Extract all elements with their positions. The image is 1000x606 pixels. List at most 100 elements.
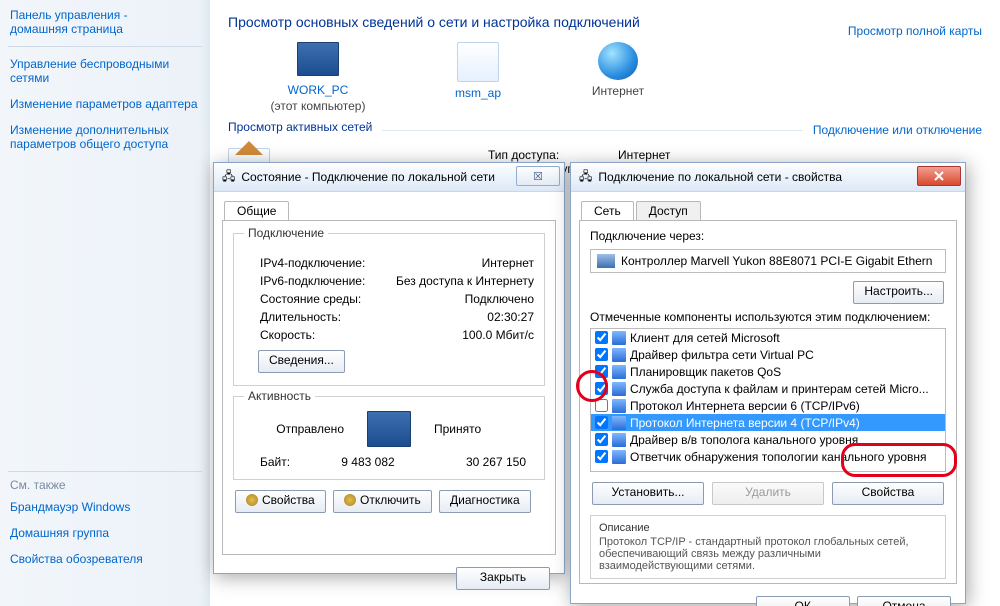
component-item[interactable]: Служба доступа к файлам и принтерам сете… — [591, 380, 945, 397]
desc-body: Протокол TCP/IP - стандартный протокол г… — [599, 536, 909, 572]
component-item[interactable]: Планировщик пакетов QoS — [591, 363, 945, 380]
lbl-bytes: Байт: — [260, 455, 320, 469]
component-checkbox[interactable] — [595, 416, 608, 429]
legend-activity: Активность — [244, 389, 315, 403]
component-item[interactable]: Протокол Интернета версии 6 (TCP/IPv6) — [591, 397, 945, 414]
component-icon — [612, 433, 626, 447]
properties-button[interactable]: Свойства — [235, 490, 326, 513]
component-checkbox[interactable] — [595, 382, 608, 395]
lbl-state: Состояние среды: — [260, 292, 395, 306]
see-also-label: См. также — [10, 478, 202, 492]
lbl-recv: Принято — [434, 422, 534, 436]
node-inet: Интернет — [548, 84, 688, 98]
component-checkbox[interactable] — [595, 450, 608, 463]
sidebar-link-sharing[interactable]: Изменение дополнительных параметров обще… — [10, 123, 202, 151]
title-l1: Панель управления - — [10, 8, 128, 22]
component-item[interactable]: Клиент для сетей Microsoft — [591, 329, 945, 346]
component-label: Драйвер в/в тополога канального уровня — [630, 433, 858, 447]
uninstall-button: Удалить — [712, 482, 824, 505]
component-checkbox[interactable] — [595, 331, 608, 344]
desc-title: Описание — [599, 522, 937, 534]
component-item[interactable]: Драйвер в/в тополога канального уровня — [591, 431, 945, 448]
tab-general[interactable]: Общие — [224, 201, 289, 220]
full-map-link[interactable]: Просмотр полной карты — [848, 24, 982, 38]
props-dialog-title-bar[interactable]: 🖧 Подключение по локальной сети - свойст… — [571, 163, 965, 192]
val-access-type: Интернет — [618, 148, 670, 162]
ok-button[interactable]: ОК — [756, 596, 850, 606]
tab-access[interactable]: Доступ — [636, 201, 701, 220]
connect-disconnect-link[interactable]: Подключение или отключение — [813, 123, 982, 137]
minimize-button[interactable]: ☒ — [516, 166, 560, 186]
activity-icon — [367, 411, 411, 447]
lbl-speed: Скорость: — [260, 328, 395, 342]
install-button[interactable]: Установить... — [592, 482, 704, 505]
component-item[interactable]: Ответчик обнаружения топологии канальног… — [591, 448, 945, 465]
val-speed: 100.0 Мбит/с — [395, 328, 534, 342]
component-label: Протокол Интернета версии 4 (TCP/IPv4) — [630, 416, 860, 430]
val-recv: 30 267 150 — [416, 455, 526, 469]
configure-button[interactable]: Настроить... — [853, 281, 944, 304]
conn-props-icon: 🖧 — [579, 167, 592, 188]
component-checkbox[interactable] — [595, 365, 608, 378]
disable-button[interactable]: Отключить — [333, 490, 432, 513]
component-item[interactable]: Драйвер фильтра сети Virtual PC — [591, 346, 945, 363]
lbl-access-type: Тип доступа: — [488, 148, 618, 162]
sidebar-link-adapter[interactable]: Изменение параметров адаптера — [10, 97, 202, 111]
component-label: Служба доступа к файлам и принтерам сете… — [630, 382, 929, 396]
sidebar: Панель управления - домашняя страница Уп… — [0, 0, 210, 606]
val-duration: 02:30:27 — [395, 310, 534, 324]
component-label: Драйвер фильтра сети Virtual PC — [630, 348, 814, 362]
component-item[interactable]: Протокол Интернета версии 4 (TCP/IPv4) — [591, 414, 945, 431]
title-l2: домашняя страница — [10, 22, 123, 36]
component-icon — [612, 331, 626, 345]
component-label: Ответчик обнаружения топологии канальног… — [630, 450, 927, 464]
lbl-ipv4: IPv4-подключение: — [260, 256, 395, 270]
component-label: Планировщик пакетов QoS — [630, 365, 781, 379]
adapter-name: Контроллер Marvell Yukon 88E8071 PCI-E G… — [621, 250, 932, 272]
lbl-sent: Отправлено — [244, 422, 344, 436]
sidebar-link-homegroup[interactable]: Домашняя группа — [10, 526, 202, 540]
lbl-connect-via: Подключение через: — [590, 229, 946, 243]
components-list[interactable]: Клиент для сетей Microsoft Драйвер фильтр… — [590, 328, 946, 472]
val-state: Подключено — [395, 292, 534, 306]
lbl-duration: Длительность: — [260, 310, 395, 324]
component-icon — [612, 450, 626, 464]
val-ipv4: Интернет — [395, 256, 534, 270]
description-box: Описание Протокол TCP/IP - стандартный п… — [590, 515, 946, 579]
component-icon — [612, 416, 626, 430]
component-checkbox[interactable] — [595, 433, 608, 446]
item-properties-button[interactable]: Свойства — [832, 482, 944, 505]
sidebar-link-wireless[interactable]: Управление беспроводными сетями — [10, 57, 202, 85]
val-sent: 9 483 082 — [320, 455, 416, 469]
cancel-button[interactable]: Отмена — [857, 596, 951, 606]
status-dialog: 🖧 Состояние - Подключение по локальной с… — [213, 162, 565, 574]
sidebar-link-inet-props[interactable]: Свойства обозревателя — [10, 552, 202, 566]
status-dialog-title-bar[interactable]: 🖧 Состояние - Подключение по локальной с… — [214, 163, 564, 192]
val-ipv6: Без доступа к Интернету — [395, 274, 534, 288]
props-dialog-title: Подключение по локальной сети - свойства — [598, 170, 842, 184]
active-networks-title: Просмотр активных сетей — [228, 120, 372, 134]
panel-home-link[interactable]: Панель управления - домашняя страница — [10, 8, 202, 36]
node-router: msm_ap — [408, 42, 548, 100]
properties-dialog: 🖧 Подключение по локальной сети - свойст… — [570, 162, 966, 604]
tab-network[interactable]: Сеть — [581, 201, 634, 220]
diagnose-button[interactable]: Диагностика — [439, 490, 531, 513]
node-msmap[interactable]: msm_ap — [408, 86, 548, 100]
sidebar-link-firewall[interactable]: Брандмауэр Windows — [10, 500, 202, 514]
close-button[interactable]: Закрыть — [456, 567, 550, 590]
component-checkbox[interactable] — [595, 399, 608, 412]
status-dialog-title: Состояние - Подключение по локальной сет… — [241, 170, 495, 184]
legend-connection: Подключение — [244, 226, 328, 240]
close-x-button[interactable] — [917, 166, 961, 186]
component-checkbox[interactable] — [595, 348, 608, 361]
details-button[interactable]: Сведения... — [258, 350, 345, 373]
node-internet: Интернет — [548, 42, 688, 98]
component-label: Протокол Интернета версии 6 (TCP/IPv6) — [630, 399, 860, 413]
adapter-field: Контроллер Marvell Yukon 88E8071 PCI-E G… — [590, 249, 946, 273]
node-pc-sub: (этот компьютер) — [248, 99, 388, 113]
component-icon — [612, 382, 626, 396]
component-icon — [612, 399, 626, 413]
lbl-components: Отмеченные компоненты используются этим … — [590, 310, 946, 324]
component-icon — [612, 348, 626, 362]
node-pc-name[interactable]: WORK_PC — [248, 83, 388, 97]
